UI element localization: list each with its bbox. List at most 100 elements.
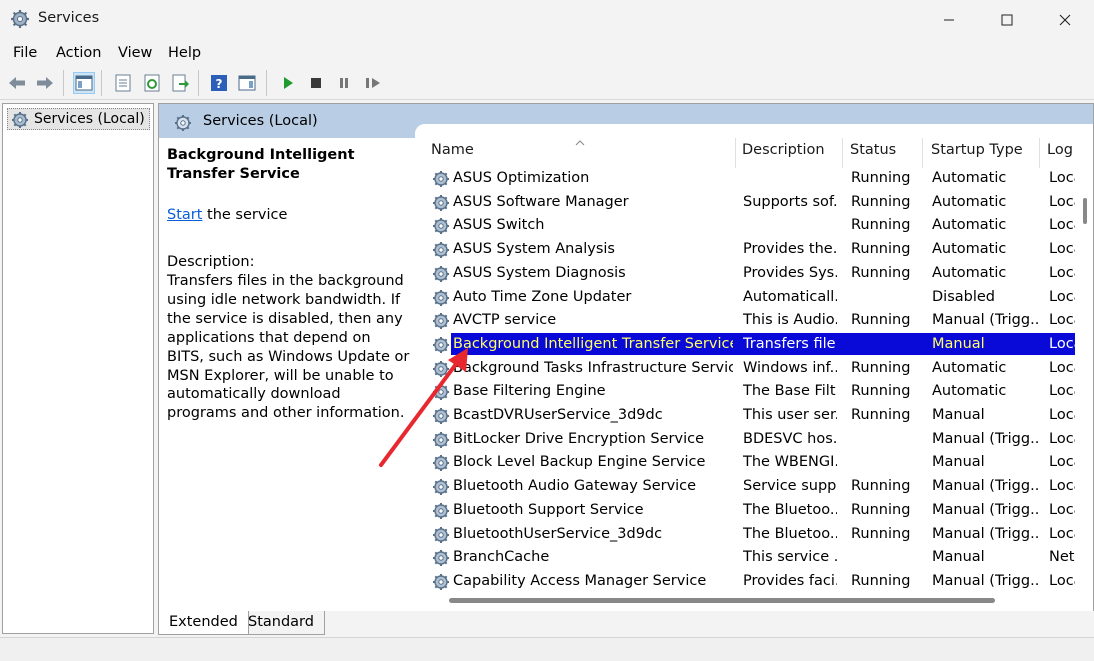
minimize-icon — [944, 19, 954, 21]
service-description: Service supp... — [743, 478, 837, 495]
service-description: The Base Filt... — [743, 383, 837, 400]
export-list-icon — [172, 74, 189, 92]
svg-text:?: ? — [216, 77, 223, 91]
column-header-description[interactable]: Description — [742, 142, 825, 158]
pane-header-title: Services (Local) — [203, 113, 318, 129]
service-row[interactable]: AVCTP service This is Audio... Running Manu… — [415, 309, 1079, 335]
refresh-icon — [144, 74, 160, 92]
services-list: Name Description Status Startup Type Log… — [415, 124, 1093, 610]
column-header-name[interactable]: Name — [431, 142, 474, 158]
service-action-suffix: the service — [202, 207, 288, 223]
forward-button[interactable] — [34, 72, 56, 94]
service-gear-icon — [431, 311, 451, 335]
service-row[interactable]: BitLocker Drive Encryption Service BDESVC… — [415, 428, 1079, 454]
service-row[interactable]: Base Filtering Engine The Base Filt... Run… — [415, 380, 1079, 404]
service-status: Running — [851, 407, 911, 423]
start-service-button[interactable] — [277, 72, 299, 94]
service-row[interactable]: ASUS System Analysis Provides the... Runni… — [415, 238, 1079, 262]
column-divider[interactable] — [1039, 138, 1040, 168]
services-gear-icon — [173, 113, 193, 137]
service-row[interactable]: Bluetooth Support Service The Bluetoo... R… — [415, 499, 1079, 525]
minimize-button[interactable] — [920, 0, 978, 40]
service-row[interactable]: ASUS OptimizationRunningAutomaticLoca — [415, 167, 1079, 191]
service-row[interactable]: BcastDVRUserService_3d9dc This user ser..… — [415, 404, 1079, 428]
service-startup-type: Manual (Trigg... — [932, 312, 1040, 329]
service-row[interactable]: Bluetooth Audio Gateway Service Service s… — [415, 475, 1079, 499]
tree-item-label: Services (Local) — [34, 111, 145, 127]
service-row[interactable]: BluetoothUserService_3d9dc The Bluetoo...… — [415, 523, 1079, 547]
close-button[interactable] — [1036, 0, 1094, 40]
service-status: Running — [851, 264, 911, 281]
forward-arrow-icon — [37, 77, 53, 89]
service-name: ASUS System Diagnosis — [453, 264, 626, 281]
console-tree: Services (Local) — [2, 103, 154, 634]
service-startup-type: Disabled — [932, 288, 995, 305]
column-divider[interactable] — [922, 138, 923, 168]
service-name: Block Level Backup Engine Service — [453, 454, 706, 471]
service-gear-icon — [431, 335, 451, 359]
pause-service-button[interactable] — [333, 72, 355, 94]
service-gear-icon — [431, 501, 451, 525]
back-button[interactable] — [6, 72, 28, 94]
column-header-log-on-as[interactable]: Log — [1047, 142, 1073, 158]
vertical-scrollbar[interactable] — [1075, 164, 1093, 604]
service-startup-type: Automatic — [932, 170, 1007, 186]
service-description: Supports sof... — [743, 193, 837, 210]
service-startup-type: Manual — [932, 454, 985, 471]
service-description: Provides Sys... — [743, 264, 837, 281]
service-gear-icon — [431, 288, 451, 312]
column-header-status[interactable]: Status — [850, 142, 896, 158]
status-bar — [0, 637, 1094, 661]
service-row[interactable]: ASUS System Diagnosis Provides Sys... Runn… — [415, 262, 1079, 286]
stop-service-button[interactable] — [305, 72, 327, 94]
refresh-button[interactable] — [141, 72, 163, 94]
horizontal-scrollbar[interactable] — [415, 590, 1075, 610]
service-status: Running — [851, 572, 911, 589]
maximize-button[interactable] — [978, 0, 1036, 40]
column-header-startup-type[interactable]: Startup Type — [931, 142, 1023, 158]
help-icon: ? — [211, 75, 227, 91]
service-status: Running — [851, 478, 911, 495]
stop-icon — [311, 78, 321, 88]
service-status: Running — [851, 525, 911, 542]
service-row[interactable]: Block Level Backup Engine Service The WBE… — [415, 451, 1079, 475]
service-name: Base Filtering Engine — [453, 383, 606, 400]
menu-view[interactable]: View — [118, 45, 152, 61]
service-startup-type: Manual — [932, 407, 985, 423]
column-divider[interactable] — [735, 138, 736, 168]
start-service-link[interactable]: Start — [167, 207, 202, 223]
restart-service-button[interactable] — [362, 72, 384, 94]
show-hide-action-pane-button[interactable] — [236, 72, 258, 94]
menu-help[interactable]: Help — [168, 45, 201, 61]
export-list-button[interactable] — [169, 72, 191, 94]
service-row[interactable]: ASUS Software Manager Supports sof... Runn… — [415, 191, 1079, 217]
horizontal-scrollbar-thumb[interactable] — [449, 598, 995, 603]
service-name: Capability Access Manager Service — [453, 572, 707, 589]
window-title: Services — [38, 10, 100, 26]
service-gear-icon — [431, 193, 451, 217]
service-status: Running — [851, 217, 911, 234]
tab-standard[interactable]: Standard — [238, 611, 325, 635]
service-row[interactable]: Background Intelligent Transfer Service T… — [415, 332, 1079, 359]
service-row[interactable]: ASUS SwitchRunningAutomaticLoca — [415, 214, 1079, 238]
tab-extended[interactable]: Extended — [158, 611, 249, 635]
service-description: Windows inf... — [743, 359, 837, 376]
menu-action[interactable]: Action — [56, 45, 101, 61]
vertical-scrollbar-thumb[interactable] — [1083, 198, 1087, 224]
service-row[interactable]: Auto Time Zone Updater Automaticall... Dis… — [415, 286, 1079, 312]
column-divider[interactable] — [842, 138, 843, 168]
properties-button[interactable] — [112, 72, 134, 94]
service-row[interactable]: Background Tasks Infrastructure Service W… — [415, 357, 1079, 381]
service-row[interactable]: BranchCacheThis service ...ManualNet — [415, 546, 1075, 570]
service-status: Running — [851, 170, 911, 186]
show-hide-console-tree-button[interactable] — [73, 72, 95, 94]
service-startup-type: Automatic — [932, 359, 1007, 376]
toolbar-separator — [266, 70, 267, 96]
service-gear-icon — [431, 430, 451, 454]
tree-item-services-local[interactable]: Services (Local) — [7, 108, 150, 130]
service-description: The Bluetoo... — [743, 501, 837, 518]
services-gear-icon — [10, 9, 30, 29]
properties-icon — [115, 74, 131, 92]
help-button[interactable]: ? — [208, 72, 230, 94]
menu-file[interactable]: File — [13, 45, 37, 61]
